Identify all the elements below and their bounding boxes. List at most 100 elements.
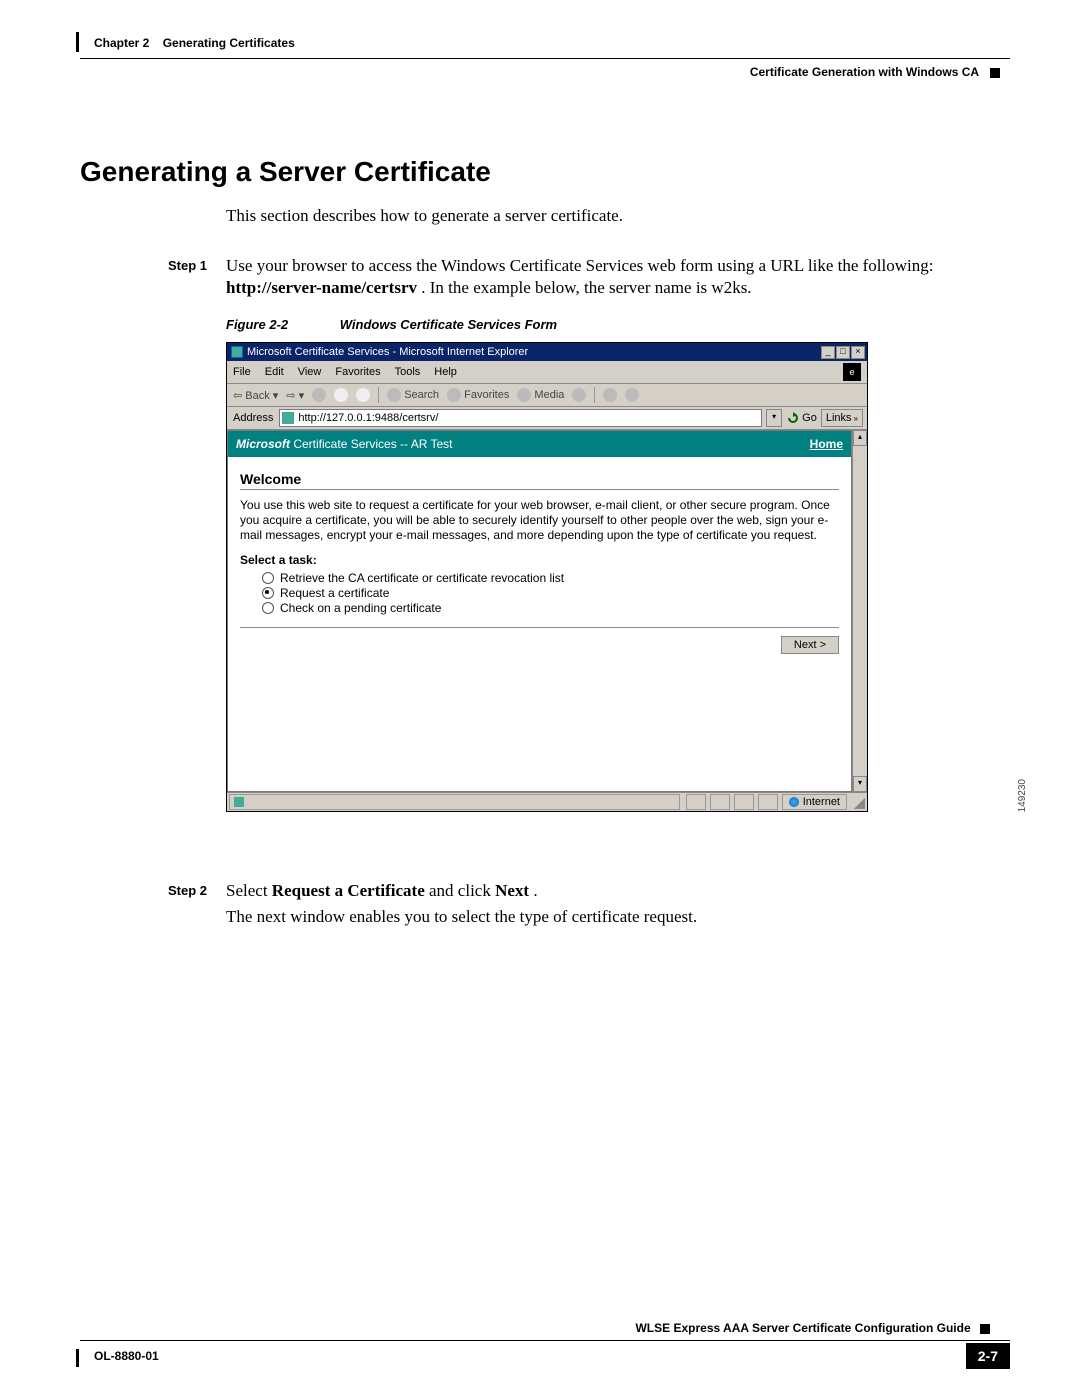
toolbar-separator-2 <box>594 387 595 403</box>
menu-tools[interactable]: Tools <box>395 366 421 378</box>
favorites-icon <box>447 388 461 402</box>
page-number: 2-7 <box>966 1343 1010 1369</box>
select-task-title: Select a task: <box>240 553 839 567</box>
go-button[interactable]: Go <box>786 411 817 425</box>
address-dropdown[interactable]: ▾ <box>766 409 782 427</box>
header-left: Chapter 2 Generating Certificates <box>94 36 295 50</box>
step-2-line2: The next window enables you to select th… <box>226 906 1010 928</box>
ie-window: Microsoft Certificate Services - Microso… <box>226 342 868 812</box>
task-option-request[interactable]: Request a certificate <box>262 586 839 600</box>
task-option-retrieve[interactable]: Retrieve the CA certificate or certifica… <box>262 571 839 585</box>
ie-toolbar: ⇦ Back ▾ ⇨ ▾ Search Favorites Media <box>227 384 867 407</box>
figure-title: Windows Certificate Services Form <box>340 317 557 332</box>
banner-brand: Microsoft <box>236 437 290 451</box>
banner-text: Certificate Services -- AR Test <box>293 437 452 451</box>
header-right-text: Certificate Generation with Windows CA <box>750 65 979 79</box>
menu-favorites[interactable]: Favorites <box>335 366 380 378</box>
ie-statusbar: Internet <box>227 792 867 811</box>
status-page-icon <box>234 797 244 807</box>
page-icon <box>282 412 294 424</box>
menu-file[interactable]: File <box>233 366 251 378</box>
media-button[interactable]: Media <box>517 388 564 402</box>
menu-view[interactable]: View <box>298 366 322 378</box>
figure-caption: Figure 2-2 Windows Certificate Services … <box>226 317 1010 332</box>
scroll-up-icon[interactable]: ▴ <box>853 430 867 446</box>
scroll-down-icon[interactable]: ▾ <box>853 776 867 792</box>
next-button[interactable]: Next > <box>781 636 839 654</box>
back-button[interactable]: ⇦ Back ▾ <box>233 389 278 402</box>
step-2-label: Step 2 <box>80 880 226 902</box>
print-icon[interactable] <box>625 388 639 402</box>
certsrv-banner: Microsoft Certificate Services -- AR Tes… <box>228 431 851 457</box>
header-rule <box>80 58 1010 59</box>
resize-grip-icon[interactable] <box>851 795 865 809</box>
minimize-button[interactable]: _ <box>821 346 835 359</box>
header-chapter: Chapter 2 <box>94 36 149 50</box>
ie-app-icon <box>231 346 243 358</box>
refresh-icon[interactable] <box>334 388 348 402</box>
figure-screenshot: 149230 Microsoft Certificate Services - … <box>226 342 1010 812</box>
ie-content-area: Microsoft Certificate Services -- AR Tes… <box>227 430 852 792</box>
menu-help[interactable]: Help <box>434 366 457 378</box>
stop-icon[interactable] <box>312 388 326 402</box>
globe-icon <box>789 797 799 807</box>
step-1-text-a: Use your browser to access the Windows C… <box>226 256 933 275</box>
header-chapter-title: Generating Certificates <box>153 36 295 50</box>
welcome-text: You use this web site to request a certi… <box>240 498 839 543</box>
radio-selected-icon <box>262 587 274 599</box>
footer-rule <box>80 1340 1010 1341</box>
media-icon <box>517 388 531 402</box>
toolbar-separator <box>378 387 379 403</box>
footer-accent-bar <box>76 1349 79 1367</box>
address-url: http://127.0.0.1:9488/certsrv/ <box>298 412 438 424</box>
status-cell <box>710 794 730 810</box>
ie-addressbar: Address http://127.0.0.1:9488/certsrv/ ▾… <box>227 407 867 430</box>
home-icon[interactable] <box>356 388 370 402</box>
links-button[interactable]: Links » <box>821 409 863 427</box>
header-square-icon <box>990 68 1000 78</box>
step-1-body: Use your browser to access the Windows C… <box>226 255 1010 299</box>
step-2-bold-1: Request a Certificate <box>272 881 425 900</box>
address-input[interactable]: http://127.0.0.1:9488/certsrv/ <box>279 409 762 427</box>
footer-square-icon <box>980 1324 990 1334</box>
step-2-bold-2: Next <box>495 881 529 900</box>
status-zone: Internet <box>782 794 847 810</box>
ie-titlebar: Microsoft Certificate Services - Microso… <box>227 343 867 361</box>
forward-button[interactable]: ⇨ ▾ <box>286 389 304 402</box>
vertical-scrollbar[interactable]: ▴ ▾ <box>852 430 867 792</box>
search-button[interactable]: Search <box>387 388 439 402</box>
figure-side-number: 149230 <box>1017 779 1028 812</box>
header-accent-bar <box>76 32 79 52</box>
step-1-text-c: . In the example below, the server name … <box>421 278 751 297</box>
welcome-rule <box>240 489 839 490</box>
radio-icon <box>262 602 274 614</box>
header-right: Certificate Generation with Windows CA <box>750 65 1000 79</box>
home-link[interactable]: Home <box>810 437 843 451</box>
favorites-button[interactable]: Favorites <box>447 388 509 402</box>
status-cell <box>734 794 754 810</box>
step-1-url: http://server-name/certsrv <box>226 278 417 297</box>
maximize-button[interactable]: □ <box>836 346 850 359</box>
intro-text: This section describes how to generate a… <box>226 205 1010 227</box>
search-icon <box>387 388 401 402</box>
footer-guide: WLSE Express AAA Server Certificate Conf… <box>635 1321 990 1335</box>
go-icon <box>786 411 800 425</box>
step-2-body: Select Request a Certificate and click N… <box>226 880 1010 902</box>
section-heading: Generating a Server Certificate <box>80 156 1010 188</box>
ie-throbber-icon: e <box>843 363 861 381</box>
step-1-label: Step 1 <box>80 255 226 299</box>
footer-doc-number: OL-8880-01 <box>94 1349 159 1363</box>
close-button[interactable]: × <box>851 346 865 359</box>
address-label: Address <box>231 412 275 424</box>
task-option-check[interactable]: Check on a pending certificate <box>262 601 839 615</box>
figure-number: Figure 2-2 <box>226 317 336 332</box>
status-cell <box>758 794 778 810</box>
history-icon[interactable] <box>572 388 586 402</box>
ie-menubar: File Edit View Favorites Tools Help e <box>227 361 867 384</box>
menu-edit[interactable]: Edit <box>265 366 284 378</box>
welcome-heading: Welcome <box>240 471 839 487</box>
status-cell <box>686 794 706 810</box>
mail-icon[interactable] <box>603 388 617 402</box>
radio-icon <box>262 572 274 584</box>
ie-title-text: Microsoft Certificate Services - Microso… <box>247 346 528 358</box>
